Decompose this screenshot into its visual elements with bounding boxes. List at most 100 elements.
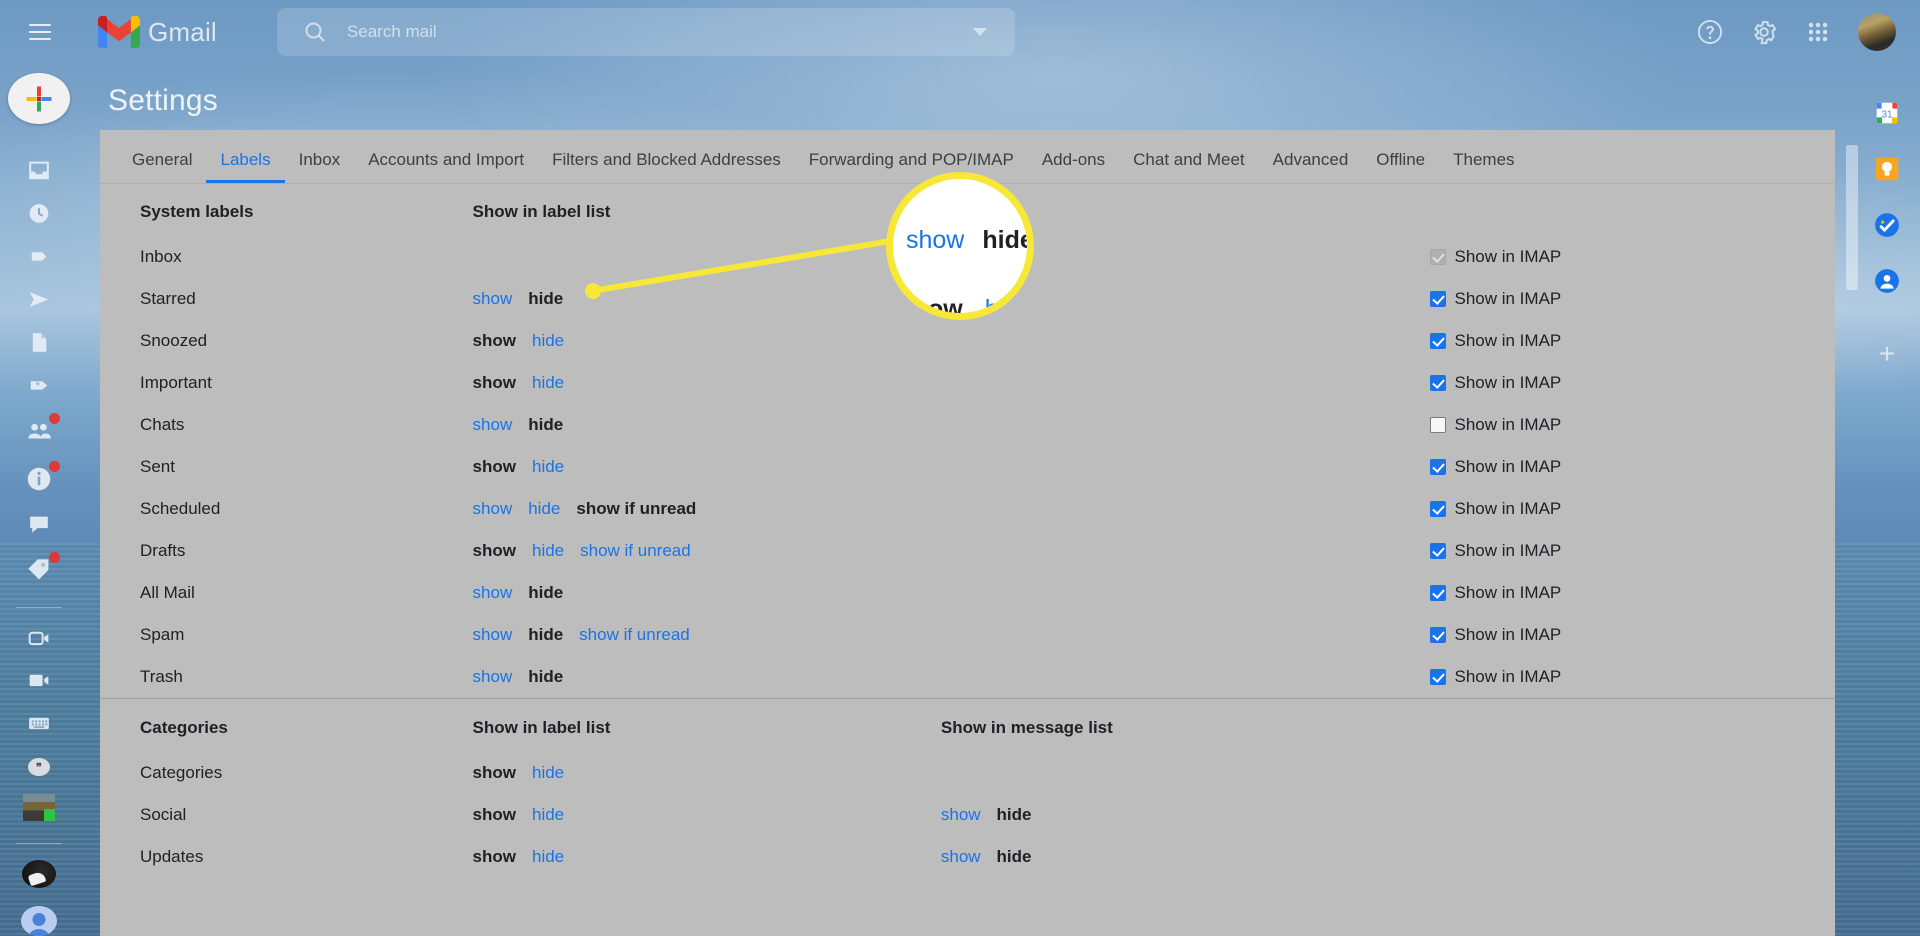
magnified-show-link[interactable]: show	[906, 226, 964, 255]
checkbox-icon[interactable]	[1430, 291, 1447, 307]
notification-badge	[49, 460, 60, 472]
rail-divider	[16, 606, 62, 608]
checkbox-icon[interactable]	[1430, 585, 1447, 601]
show-if-unread-link[interactable]: show if unread	[580, 541, 691, 560]
tab-forwarding-and-pop-imap[interactable]: Forwarding and POP/IMAP	[795, 150, 1028, 183]
tab-filters-and-blocked-addresses[interactable]: Filters and Blocked Addresses	[538, 150, 795, 183]
avatar[interactable]	[23, 794, 55, 822]
hide-link[interactable]: hide	[532, 847, 564, 866]
checkbox-icon[interactable]	[1430, 543, 1447, 559]
tab-offline[interactable]: Offline	[1362, 150, 1439, 183]
gmail-brand[interactable]: Gmail	[98, 16, 217, 48]
video-join-icon[interactable]	[24, 668, 54, 693]
tab-labels[interactable]: Labels	[206, 150, 285, 183]
tab-themes[interactable]: Themes	[1439, 150, 1528, 183]
hide-link[interactable]: hide	[532, 373, 564, 392]
show-if-unread-link[interactable]: show if unread	[579, 625, 690, 644]
google-keep-icon[interactable]	[1874, 156, 1900, 182]
help-icon[interactable]	[1696, 18, 1724, 46]
show-link[interactable]: show	[941, 847, 981, 866]
tag-icon[interactable]	[24, 373, 54, 398]
section-heading: System labels	[140, 202, 254, 221]
section-heading: Categories	[140, 717, 228, 737]
show-link[interactable]: show	[473, 583, 513, 602]
checkbox-icon[interactable]	[1430, 333, 1447, 349]
chat-bubble-icon[interactable]	[24, 512, 54, 537]
notification-badge	[49, 412, 60, 424]
checkbox-icon[interactable]	[1430, 417, 1447, 433]
checkbox-icon[interactable]	[1430, 627, 1447, 643]
tab-accounts-and-import[interactable]: Accounts and Import	[354, 150, 538, 183]
hamburger-icon[interactable]	[16, 8, 64, 56]
checkbox-icon[interactable]	[1430, 375, 1447, 391]
show-link[interactable]: show	[473, 415, 513, 434]
hide-link[interactable]: hide	[532, 763, 564, 782]
show-in-imap-checkbox-drafts[interactable]: Show in IMAP	[1430, 541, 1835, 561]
hide-link[interactable]: hide	[532, 541, 564, 560]
imap-cell-sent: Show in IMAP	[1430, 446, 1835, 488]
add-side-panel-app-button[interactable]: +	[1879, 340, 1895, 368]
imap-cell-snoozed: Show in IMAP	[1430, 320, 1835, 362]
show-in-imap-checkbox-spam[interactable]: Show in IMAP	[1430, 625, 1835, 645]
show-in-imap-checkbox-trash[interactable]: Show in IMAP	[1430, 667, 1835, 687]
show-in-imap-checkbox-sent[interactable]: Show in IMAP	[1430, 457, 1835, 477]
drafts-document-icon[interactable]	[24, 330, 54, 355]
show-in-imap-checkbox-scheduled[interactable]: Show in IMAP	[1430, 499, 1835, 519]
checkbox-icon[interactable]	[1430, 459, 1447, 475]
show-in-imap-checkbox-snoozed[interactable]: Show in IMAP	[1430, 331, 1835, 351]
hide-link[interactable]: hide	[532, 805, 564, 824]
google-calendar-icon[interactable]: 31	[1874, 100, 1900, 126]
tab-inbox[interactable]: Inbox	[285, 150, 355, 183]
show-link[interactable]: show	[473, 499, 513, 518]
show-in-imap-checkbox-chats[interactable]: Show in IMAP	[1430, 415, 1835, 435]
page-title: Settings	[108, 84, 218, 117]
tab-advanced[interactable]: Advanced	[1259, 150, 1363, 183]
info-circle-icon[interactable]	[24, 460, 60, 494]
avatar[interactable]	[21, 906, 57, 936]
message-list-actions-sent	[941, 446, 1431, 488]
show-link[interactable]: show	[473, 667, 513, 686]
inbox-icon[interactable]	[24, 158, 54, 183]
tab-general[interactable]: General	[118, 150, 206, 183]
gear-icon[interactable]	[1750, 18, 1778, 46]
hide-link[interactable]: hide	[532, 331, 564, 350]
sent-arrow-icon[interactable]	[24, 287, 54, 312]
search-input[interactable]	[346, 22, 973, 42]
column-header-show-in-label-list: Show in label list	[472, 717, 611, 737]
message-list-actions-all-mail	[941, 572, 1431, 614]
show-link[interactable]: show	[473, 289, 513, 308]
avatar[interactable]	[22, 859, 56, 889]
clock-snooze-icon[interactable]	[24, 201, 54, 226]
tab-chat-and-meet[interactable]: Chat and Meet	[1119, 150, 1259, 183]
vertical-scrollbar-thumb[interactable]	[1846, 145, 1858, 290]
search-bar[interactable]	[276, 8, 1015, 56]
contacts-people-icon[interactable]	[24, 412, 60, 446]
tab-add-ons[interactable]: Add-ons	[1028, 150, 1119, 183]
calendar-day-number: 31	[1882, 109, 1893, 120]
brand-name: Gmail	[148, 16, 217, 47]
show-in-imap-checkbox-important[interactable]: Show in IMAP	[1430, 373, 1835, 393]
checkbox-icon[interactable]	[1430, 501, 1447, 517]
show-state: show	[472, 331, 516, 350]
google-contacts-icon[interactable]	[1874, 268, 1900, 294]
important-label-icon[interactable]	[24, 244, 54, 269]
account-avatar[interactable]	[1858, 13, 1896, 51]
show-state: show	[472, 373, 516, 392]
google-tasks-icon[interactable]	[1874, 212, 1900, 238]
show-link[interactable]: show	[473, 625, 513, 644]
imap-cell-chats: Show in IMAP	[1430, 404, 1835, 446]
show-state: show	[472, 541, 516, 560]
chevron-down-icon[interactable]	[972, 28, 987, 36]
show-in-imap-checkbox-all-mail[interactable]: Show in IMAP	[1430, 583, 1835, 603]
video-new-meeting-icon[interactable]	[24, 626, 54, 651]
hide-link[interactable]: hide	[532, 457, 564, 476]
show-link[interactable]: show	[941, 805, 981, 824]
column-header-imap	[1430, 700, 1835, 752]
compose-button[interactable]	[8, 73, 70, 125]
label-tag-icon[interactable]	[24, 551, 60, 585]
checkbox-icon[interactable]	[1430, 669, 1447, 685]
keyboard-icon[interactable]	[24, 711, 54, 736]
show-in-imap-checkbox-starred[interactable]: Show in IMAP	[1430, 289, 1835, 309]
apps-grid-icon[interactable]	[1804, 18, 1832, 46]
hide-link[interactable]: hide	[528, 499, 560, 518]
